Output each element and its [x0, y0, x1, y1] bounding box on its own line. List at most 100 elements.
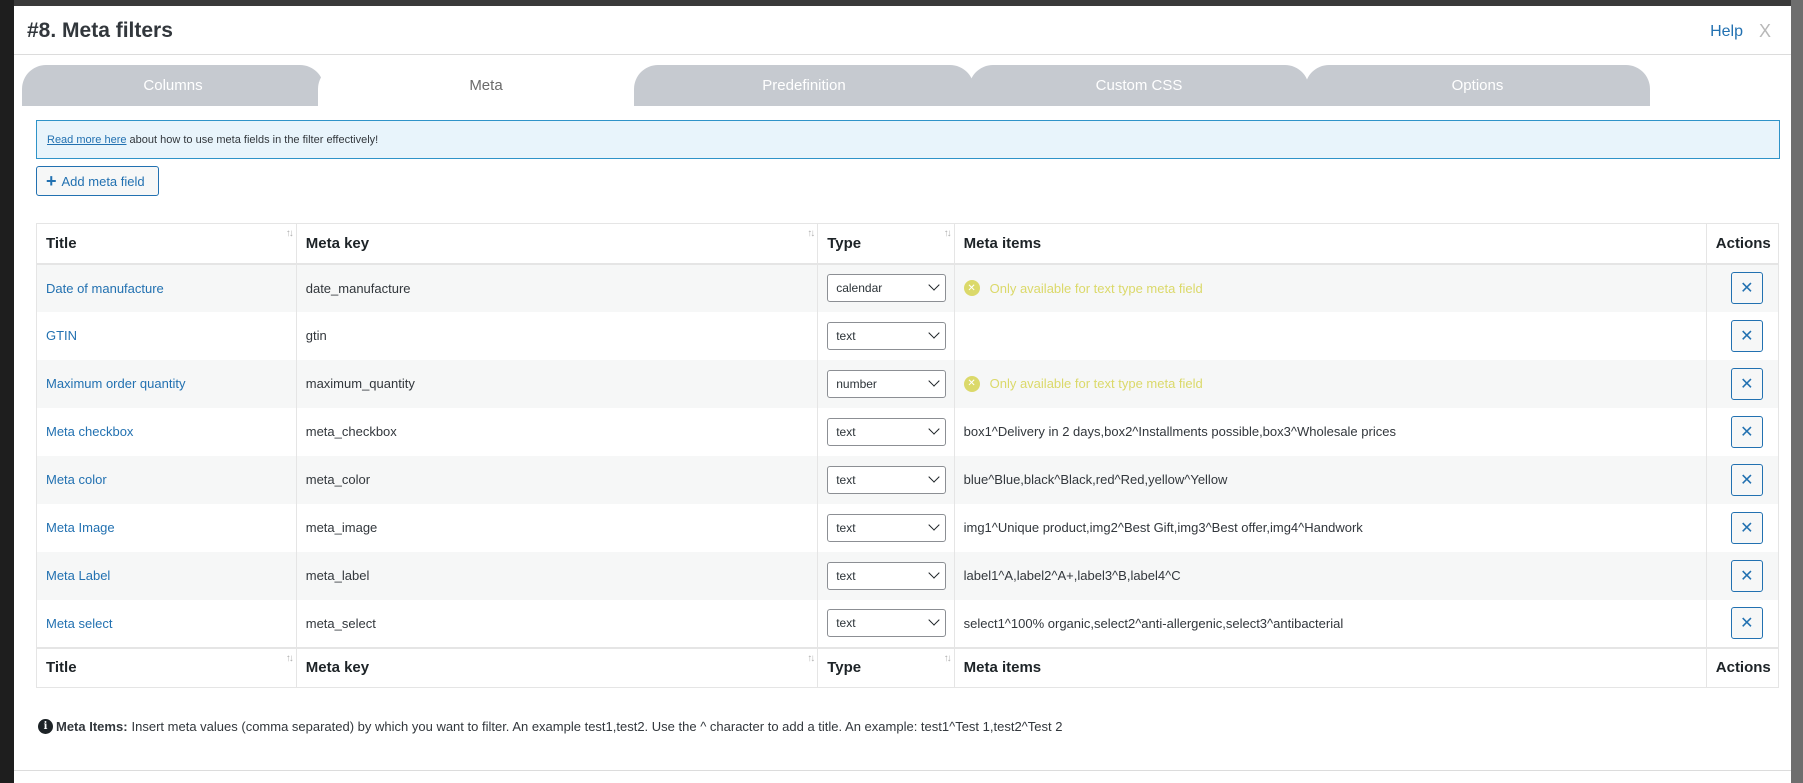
type-select[interactable]: text	[827, 417, 947, 446]
meta-items-help: i Meta Items: Insert meta values (comma …	[38, 719, 1062, 734]
row-meta-key: meta_image	[296, 503, 819, 552]
backdrop-left	[0, 0, 14, 783]
type-warning: ✕ Only available for text type meta field	[963, 375, 1706, 392]
row-meta-items: select1^100% organic,select2^anti-allerg…	[954, 599, 1707, 648]
chevron-down-icon	[928, 422, 940, 435]
add-meta-field-button[interactable]: + Add meta field	[36, 166, 159, 196]
close-icon[interactable]: X	[1759, 21, 1771, 42]
add-meta-field-label: Add meta field	[61, 173, 145, 189]
info-notice: Read more here about how to use meta fie…	[36, 120, 1780, 159]
delete-row-button[interactable]: ✕	[1730, 607, 1763, 639]
close-x-icon: ✕	[1740, 327, 1754, 345]
tab-custom-css[interactable]: Custom CSS	[969, 65, 1309, 106]
row-meta-key: meta_checkbox	[296, 407, 819, 456]
sort-arrows-icon[interactable]: ↑↓	[286, 653, 294, 664]
type-warning: ✕ Only available for text type meta field	[963, 280, 1706, 296]
close-x-icon: ✕	[1740, 519, 1754, 537]
row-meta-key: meta_select	[296, 599, 819, 648]
meta-items-help-text: Insert meta values (comma separated) by …	[131, 719, 1063, 734]
type-select[interactable]: number	[827, 369, 947, 398]
type-select[interactable]: text	[827, 321, 947, 350]
header-type[interactable]: Type ↑↓	[817, 223, 955, 265]
circle-x-icon: ✕	[963, 375, 980, 392]
table-row: Date of manufacture date_manufacture cal…	[36, 263, 1779, 312]
tab-options[interactable]: Options	[1305, 65, 1650, 106]
table-row: Meta Image meta_image text img1^Unique p…	[36, 503, 1779, 552]
sort-arrows-icon[interactable]: ↑↓	[807, 228, 815, 239]
type-select[interactable]: text	[827, 561, 947, 590]
row-meta-items: box1^Delivery in 2 days,box2^Installment…	[954, 407, 1707, 456]
table-row: Meta color meta_color text blue^Blue,bla…	[36, 455, 1779, 504]
row-meta-key: maximum_quantity	[296, 359, 819, 408]
row-title-link[interactable]: Date of manufacture	[46, 281, 164, 296]
row-title-link[interactable]: Meta Image	[46, 520, 115, 535]
delete-row-button[interactable]: ✕	[1730, 511, 1763, 544]
help-link[interactable]: Help	[1710, 23, 1743, 41]
sort-arrows-icon[interactable]: ↑↓	[944, 653, 952, 664]
footer-header-title[interactable]: Title ↑↓	[36, 646, 297, 688]
chevron-down-icon	[928, 470, 940, 483]
modal-header: #8. Meta filters Help X	[14, 6, 1791, 55]
tab-predefinition[interactable]: Predefinition	[634, 65, 974, 106]
row-title-link[interactable]: Meta color	[46, 472, 107, 487]
row-meta-key: meta_color	[296, 455, 819, 504]
chevron-down-icon	[928, 614, 940, 626]
info-icon: i	[38, 719, 53, 734]
footer-header-meta-items: Meta items	[954, 646, 1707, 688]
delete-row-button[interactable]: ✕	[1730, 272, 1763, 304]
row-meta-key: gtin	[296, 311, 819, 360]
chevron-down-icon	[928, 374, 940, 387]
header-actions: Actions	[1706, 223, 1779, 265]
chevron-down-icon	[928, 566, 940, 579]
close-x-icon: ✕	[1740, 471, 1754, 489]
row-meta-items: img1^Unique product,img2^Best Gift,img3^…	[954, 503, 1707, 552]
sort-arrows-icon[interactable]: ↑↓	[944, 228, 952, 239]
table-row: Meta Label meta_label text label1^A,labe…	[36, 551, 1779, 600]
tab-columns[interactable]: Columns	[22, 65, 324, 106]
close-x-icon: ✕	[1740, 280, 1754, 297]
type-select[interactable]: text	[827, 513, 947, 542]
tab-bar: Columns Meta Predefinition Custom CSS Op…	[22, 65, 1794, 106]
tab-meta[interactable]: Meta	[318, 65, 654, 106]
row-meta-items	[954, 311, 1707, 360]
row-title-link[interactable]: GTIN	[46, 328, 77, 343]
backdrop-right	[1791, 0, 1803, 783]
sort-arrows-icon[interactable]: ↑↓	[807, 653, 815, 664]
table-row: Meta select meta_select text select1^100…	[36, 599, 1779, 648]
delete-row-button[interactable]: ✕	[1730, 415, 1763, 448]
delete-row-button[interactable]: ✕	[1730, 463, 1763, 496]
delete-row-button[interactable]: ✕	[1730, 319, 1763, 352]
close-x-icon: ✕	[1740, 423, 1754, 441]
row-title-link[interactable]: Maximum order quantity	[46, 376, 185, 391]
type-select[interactable]: text	[827, 609, 947, 637]
meta-fields-table: Title ↑↓ Meta key ↑↓ Type ↑↓ Meta items Act…	[36, 223, 1779, 688]
header-meta-key[interactable]: Meta key ↑↓	[296, 223, 819, 265]
footer-header-meta-key[interactable]: Meta key ↑↓	[296, 646, 819, 688]
plus-icon: +	[46, 171, 57, 191]
table-row: Meta checkbox meta_checkbox text box1^De…	[36, 407, 1779, 456]
sort-arrows-icon[interactable]: ↑↓	[286, 228, 294, 239]
circle-x-icon: ✕	[963, 280, 980, 296]
table-row: Maximum order quantity maximum_quantity …	[36, 359, 1779, 408]
chevron-down-icon	[928, 518, 940, 531]
header-title[interactable]: Title ↑↓	[36, 223, 297, 265]
type-select[interactable]: calendar	[827, 274, 947, 302]
footer-header-type[interactable]: Type ↑↓	[817, 646, 955, 688]
meta-items-help-label: Meta Items:	[56, 719, 128, 734]
table-row: GTIN gtin text ✕	[36, 311, 1779, 360]
info-text: about how to use meta fields in the filt…	[126, 134, 379, 146]
divider	[14, 770, 1791, 771]
row-title-link[interactable]: Meta checkbox	[46, 424, 133, 439]
row-title-link[interactable]: Meta Label	[46, 568, 110, 583]
delete-row-button[interactable]: ✕	[1730, 559, 1763, 592]
delete-row-button[interactable]: ✕	[1730, 367, 1763, 400]
chevron-down-icon	[928, 279, 940, 291]
meta-filters-modal: #8. Meta filters Help X Columns Meta Pre…	[14, 6, 1791, 783]
chevron-down-icon	[928, 326, 940, 339]
footer-header-actions: Actions	[1706, 646, 1779, 688]
row-title-link[interactable]: Meta select	[46, 616, 112, 631]
read-more-link[interactable]: Read more here	[47, 134, 127, 146]
row-meta-items: label1^A,label2^A+,label3^B,label4^C	[954, 551, 1707, 600]
type-select[interactable]: text	[827, 465, 947, 494]
close-x-icon: ✕	[1740, 615, 1754, 632]
